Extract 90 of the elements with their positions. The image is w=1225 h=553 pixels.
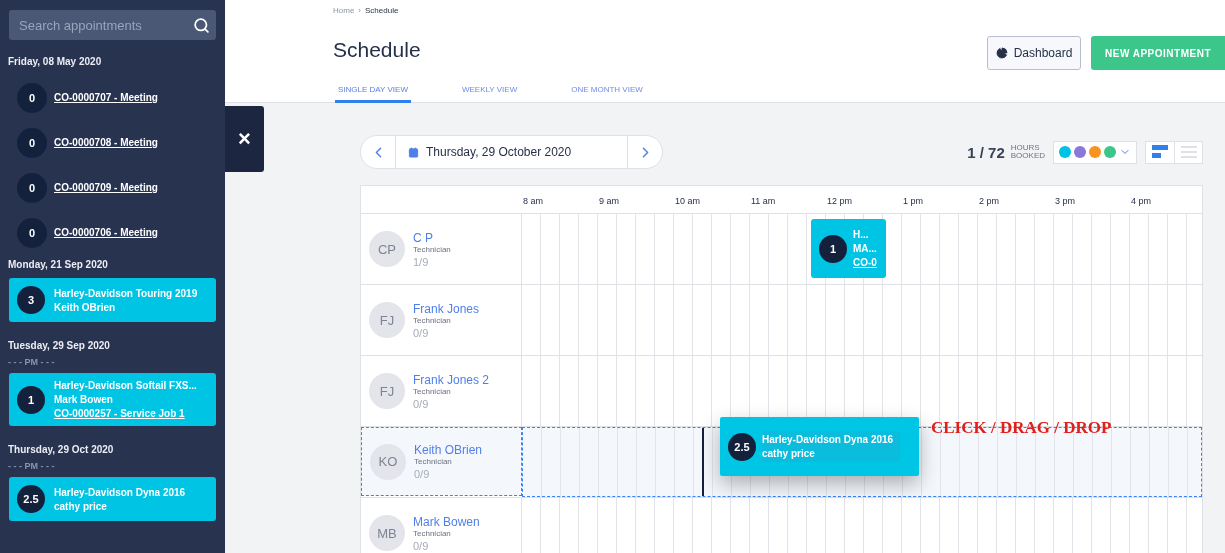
count-badge: 0 [17, 82, 47, 113]
appointment-card[interactable]: 1 H... MA... CO-0 [811, 219, 886, 278]
card-text: Harley-Davidson Touring 2019 [54, 287, 198, 299]
hour-label: 8 am [522, 195, 544, 208]
timeline-view-icon[interactable] [1152, 145, 1168, 159]
count-badge: 1 [17, 385, 45, 414]
appointment-card[interactable]: 3 Harley-Davidson Touring 2019 Keith OBrien [9, 278, 216, 322]
avatar: FJ [369, 373, 405, 409]
search-icon[interactable] [193, 16, 210, 34]
card-text: MA... [853, 243, 877, 254]
page-title: Schedule [333, 38, 421, 62]
technician-hours: 0/9 [413, 397, 430, 410]
dashboard-button[interactable]: Dashboard [987, 36, 1081, 70]
appointment-link[interactable]: CO-0000706 - Meeting [54, 227, 158, 238]
date-heading: Friday, 08 May 2020 [8, 56, 103, 67]
count-badge: 2.5 [17, 485, 45, 513]
avatar: KO [370, 443, 406, 480]
appointment-link[interactable]: CO-0000708 - Meeting [54, 137, 158, 148]
technician-role: Technician [413, 244, 451, 254]
drop-indicator [702, 428, 704, 496]
technician-cell[interactable]: MB Mark Bowen Technician 0/9 [361, 498, 522, 553]
avatar: FJ [369, 302, 405, 338]
technician-hours: 1/9 [413, 255, 430, 268]
calendar-icon [408, 146, 419, 158]
date-field[interactable]: Thursday, 29 October 2020 [395, 136, 628, 168]
date-text: Thursday, 29 October 2020 [426, 145, 572, 159]
technician-cell[interactable]: FJ Frank Jones Technician 0/9 [361, 285, 522, 355]
date-heading: Tuesday, 29 Sep 2020 [8, 340, 111, 351]
hours-booked: 1 / 72 [967, 143, 1005, 161]
technician-role: Technician [414, 457, 453, 466]
hour-label: 1 pm [902, 195, 924, 208]
technician-name[interactable]: Frank Jones 2 [413, 372, 490, 387]
technician-role: Technician [413, 315, 452, 325]
appointment-card[interactable]: 1 Harley-Davidson Softail FXS... Mark Bowen CO-0000257 - Service Job 1 [9, 373, 216, 426]
count-badge: 0 [17, 172, 47, 203]
hour-label: 11 am [750, 195, 777, 208]
annotation-text: CLICK / DRAG / DROP [931, 418, 1112, 438]
count-badge: 0 [17, 127, 47, 158]
date-heading: Monday, 21 Sep 2020 [8, 259, 109, 270]
breadcrumb-link[interactable]: Schedule [365, 6, 399, 15]
technician-name[interactable]: Keith OBrien [414, 443, 483, 457]
count-badge: 0 [17, 217, 47, 248]
view-tab[interactable]: WEEKLY VIEW [458, 85, 521, 103]
avatar: CP [369, 231, 405, 267]
hour-label: 10 am [674, 195, 701, 208]
technician-role: Technician [413, 386, 452, 396]
card-text: Harley-Davidson Softail FXS... [54, 380, 197, 391]
technician-name[interactable]: Frank Jones [413, 301, 480, 316]
card-text: Keith OBrien [54, 301, 117, 313]
technician-hours: 0/9 [413, 326, 430, 339]
appointment-card[interactable]: 2.5 Harley-Davidson Dyna 2016 cathy price [9, 477, 216, 521]
technician-name[interactable]: Mark Bowen [413, 514, 480, 529]
breadcrumb-link[interactable]: Home [333, 6, 355, 15]
hour-label: 2 pm [978, 195, 1000, 208]
dragged-appointment-card[interactable]: 2.5 Harley-Davidson Dyna 2016 cathy price [720, 417, 919, 476]
technician-hours: 0/9 [414, 468, 431, 480]
color-filter[interactable] [1053, 140, 1137, 164]
technician-hours: 0/9 [413, 539, 430, 552]
view-tab[interactable]: SINGLE DAY VIEW [335, 85, 411, 103]
card-text: Harley-Davidson Dyna 2016 [762, 434, 894, 445]
technician-cell[interactable]: FJ Frank Jones 2 Technician 0/9 [361, 356, 522, 426]
avatar: MB [369, 515, 405, 551]
date-heading: Thursday, 29 Oct 2020 [8, 444, 115, 455]
card-text: Harley-Davidson Dyna 2016 [54, 486, 186, 498]
hour-label: 9 am [598, 195, 620, 208]
appointment-link[interactable]: CO-0000709 - Meeting [54, 182, 158, 193]
technician-cell[interactable]: KO Keith OBrien Technician 0/9 [361, 427, 522, 496]
card-text: cathy price [54, 500, 108, 512]
card-text: cathy price [762, 448, 816, 459]
close-button[interactable]: × [225, 106, 264, 172]
breadcrumb-separator: › [358, 6, 361, 15]
hours-booked-label: HOURS BOOKED [1010, 144, 1045, 160]
count-badge: 2.5 [728, 432, 756, 461]
appointment-link[interactable]: CO-0000707 - Meeting [54, 92, 158, 103]
technician-role: Technician [413, 528, 452, 538]
technician-name[interactable]: C P [413, 230, 451, 245]
period-divider: - - - PM - - - [8, 461, 56, 471]
search-field[interactable]: Search appointments [17, 16, 193, 34]
count-badge: 3 [17, 286, 45, 314]
period-divider: - - - PM - - - [8, 357, 56, 367]
hour-label: 4 pm [1130, 195, 1152, 208]
search-bar[interactable]: Search appointments [9, 10, 216, 40]
view-tab[interactable]: ONE MONTH VIEW [568, 85, 646, 103]
hour-label: 12 pm [826, 195, 853, 208]
pie-chart-icon[interactable] [995, 47, 1008, 59]
technician-cell[interactable]: CP C P Technician 1/9 [361, 214, 522, 284]
count-badge: 1 [819, 234, 847, 263]
hour-label: 3 pm [1054, 195, 1076, 208]
card-text: H... [853, 229, 870, 240]
card-text: Mark Bowen [54, 394, 114, 405]
